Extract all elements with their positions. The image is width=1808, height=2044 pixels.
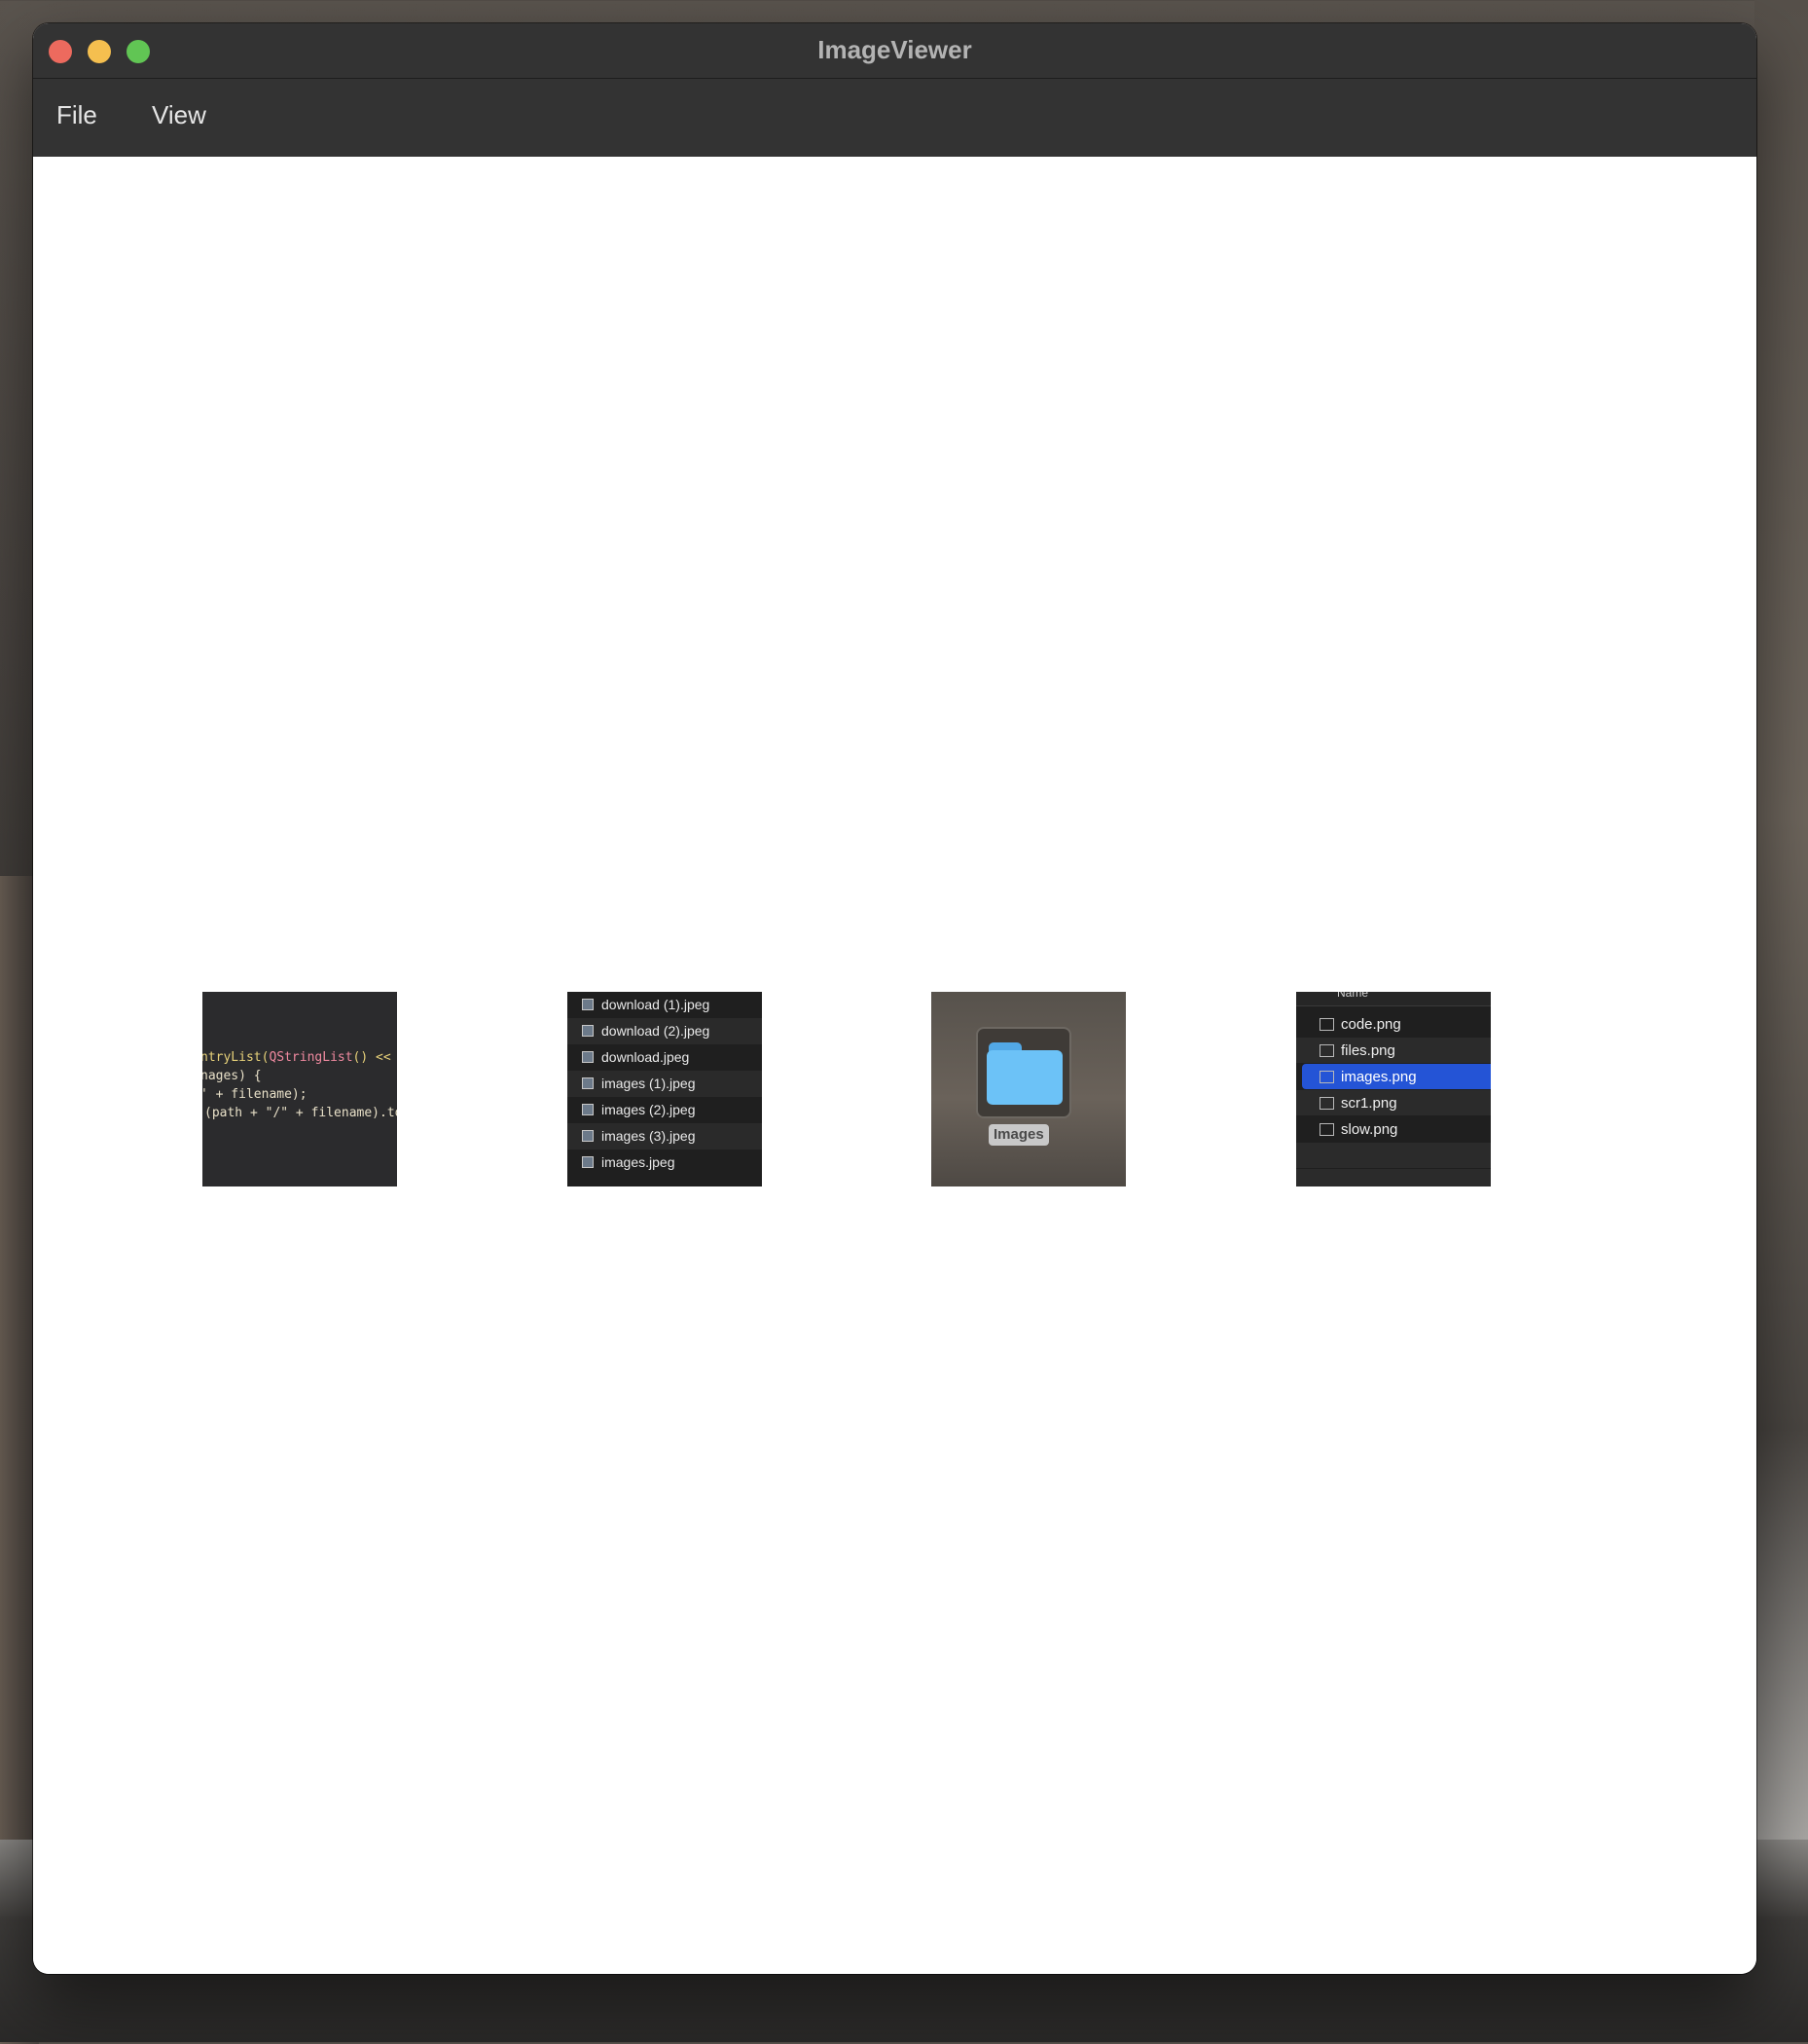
list-item: images.jpeg — [567, 1150, 762, 1176]
list-item-selected: images.png — [1302, 1064, 1491, 1089]
list-item: download (2).jpeg — [567, 1018, 762, 1044]
list-item: download.jpeg — [567, 1044, 762, 1071]
thumbnail-file-list[interactable]: download (1).jpeg download (2).jpeg down… — [567, 992, 762, 1186]
list-item: images (2).jpeg — [567, 1097, 762, 1123]
title-bar[interactable]: ImageViewer — [33, 23, 1756, 79]
menu-bar: File View — [33, 79, 1756, 157]
list-item: slow.png — [1296, 1116, 1491, 1142]
list-item: download (1).jpeg — [567, 992, 762, 1018]
column-header: Name — [1296, 992, 1491, 1006]
thumbnail-finder-list[interactable]: Name code.png files.png images.png scr1.… — [1296, 992, 1491, 1186]
folder-icon — [976, 1027, 1071, 1118]
image-file-icon — [582, 999, 594, 1010]
image-file-icon — [582, 1104, 594, 1115]
image-file-icon — [1320, 1044, 1334, 1057]
image-grid: ntryList(QStringList() << "*. nages) { '… — [33, 157, 1756, 1974]
list-item: scr1.png — [1296, 1090, 1491, 1115]
menu-view[interactable]: View — [152, 100, 206, 130]
menu-file[interactable]: File — [56, 100, 97, 130]
list-item: files.png — [1296, 1038, 1491, 1063]
image-file-icon — [582, 1130, 594, 1142]
image-file-icon — [582, 1077, 594, 1089]
folder-label: Images — [989, 1124, 1049, 1146]
window-title: ImageViewer — [817, 35, 972, 64]
app-window: ImageViewer File View ntryList(QStringLi… — [33, 23, 1756, 1974]
desktop-background-right — [1754, 0, 1808, 2042]
code-line: nages) { — [202, 1069, 262, 1083]
thumbnail-folder[interactable]: Images — [931, 992, 1126, 1186]
image-file-icon — [582, 1051, 594, 1063]
list-item: images (3).jpeg — [567, 1123, 762, 1150]
code-line: ntryList(QStringList() << "*. — [202, 1050, 391, 1065]
list-footer — [1296, 1169, 1491, 1186]
list-item: code.png — [1296, 1011, 1491, 1037]
list-item-empty — [1296, 1143, 1491, 1168]
list-item: images (1).jpeg — [567, 1071, 762, 1097]
image-file-icon — [1320, 1018, 1334, 1031]
image-file-icon — [1320, 1123, 1334, 1136]
image-file-icon — [582, 1025, 594, 1037]
image-file-icon — [582, 1156, 594, 1168]
code-line: (path + "/" + filename).toSt — [204, 1106, 397, 1120]
image-file-icon — [1320, 1071, 1334, 1083]
code-line: ' + filename); — [202, 1087, 307, 1102]
thumbnail-code[interactable]: ntryList(QStringList() << "*. nages) { '… — [202, 992, 397, 1186]
image-file-icon — [1320, 1097, 1334, 1110]
